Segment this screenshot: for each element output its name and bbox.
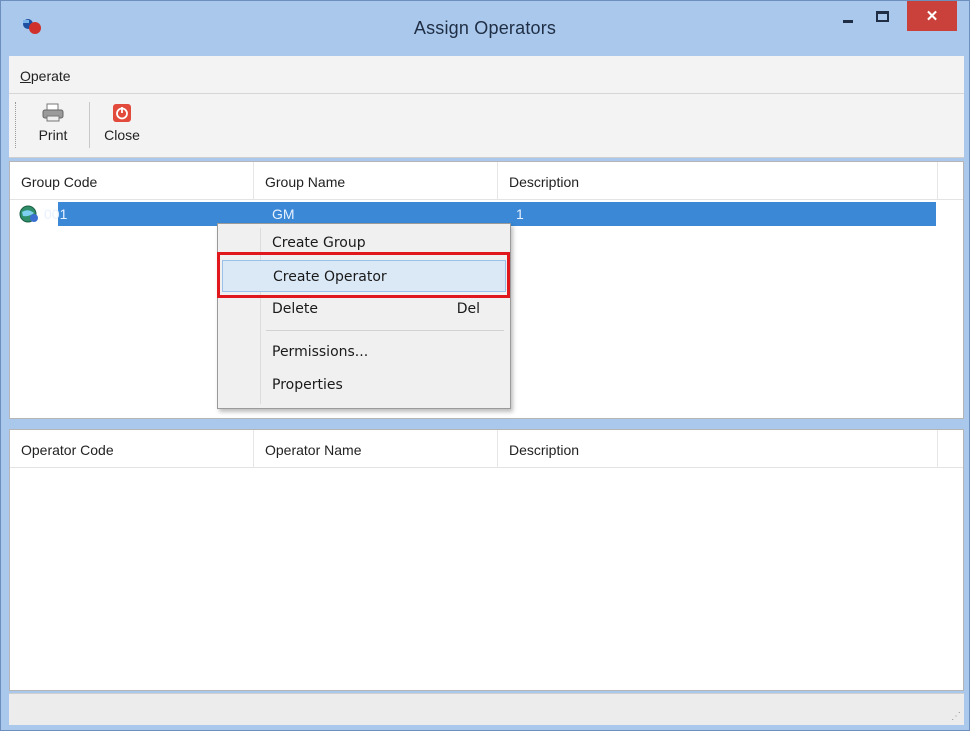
- column-header-operator-description[interactable]: Description: [498, 430, 938, 468]
- context-menu-item-delete[interactable]: Delete Del: [222, 293, 506, 325]
- context-menu-item-label: Permissions...: [272, 344, 369, 360]
- printer-icon: [42, 103, 64, 122]
- group-globe-icon: [18, 204, 40, 224]
- power-close-icon: [113, 104, 131, 122]
- context-menu-item-shortcut: Del: [456, 301, 480, 317]
- column-header-operator-name[interactable]: Operator Name: [254, 430, 498, 468]
- close-icon: ✕: [925, 8, 939, 25]
- maximize-button[interactable]: [867, 1, 897, 31]
- group-code-cell: 001: [44, 206, 68, 222]
- context-menu-item-label: Create Group: [272, 235, 366, 251]
- column-header-operator-code[interactable]: Operator Code: [10, 430, 254, 468]
- context-menu-item-label: Create Operator: [273, 269, 387, 285]
- toolbar-separator: [89, 102, 90, 148]
- context-menu-item-label: Properties: [272, 377, 343, 393]
- maximize-icon: [875, 10, 889, 22]
- operators-table: Operator Code Operator Name Description: [9, 429, 964, 691]
- context-menu-item-permissions[interactable]: Permissions...: [222, 336, 506, 368]
- context-menu-item-label: Delete: [272, 301, 318, 317]
- groups-header-row: Group Code Group Name Description: [10, 162, 963, 200]
- toolbar: Print Close: [9, 94, 964, 158]
- window-title: Assign Operators: [413, 18, 557, 38]
- column-header-group-description[interactable]: Description: [498, 162, 938, 200]
- column-header-group-name[interactable]: Group Name: [254, 162, 498, 200]
- group-name-cell: GM: [272, 206, 295, 222]
- resize-grip-icon[interactable]: ⋰: [951, 711, 961, 722]
- context-menu: Create Group Create Operator Delete Del …: [217, 223, 511, 409]
- close-window-button[interactable]: ✕: [907, 1, 957, 31]
- menu-operate-rest: perate: [30, 68, 71, 84]
- close-button[interactable]: Close: [101, 102, 143, 143]
- minimize-button[interactable]: [833, 1, 863, 31]
- minimize-icon: [843, 19, 853, 23]
- status-bar: ⋰: [9, 693, 964, 725]
- print-label: Print: [38, 127, 68, 143]
- group-description-cell: 1: [516, 206, 524, 222]
- operators-header-row: Operator Code Operator Name Description: [10, 430, 963, 468]
- context-menu-separator: [266, 330, 504, 331]
- toolbar-grip[interactable]: [15, 102, 18, 148]
- close-label: Close: [104, 127, 140, 143]
- context-menu-item-create-group[interactable]: Create Group: [222, 227, 506, 259]
- context-menu-item-properties[interactable]: Properties: [222, 369, 506, 401]
- print-button[interactable]: Print: [35, 102, 71, 143]
- column-header-group-code[interactable]: Group Code: [10, 162, 254, 200]
- menu-bar: Operate: [9, 56, 964, 94]
- menu-operate[interactable]: Operate: [20, 68, 71, 84]
- menu-operate-mnemonic: O: [20, 68, 31, 84]
- title-bar[interactable]: Assign Operators ✕: [1, 1, 969, 51]
- context-menu-item-create-operator[interactable]: Create Operator: [222, 260, 506, 292]
